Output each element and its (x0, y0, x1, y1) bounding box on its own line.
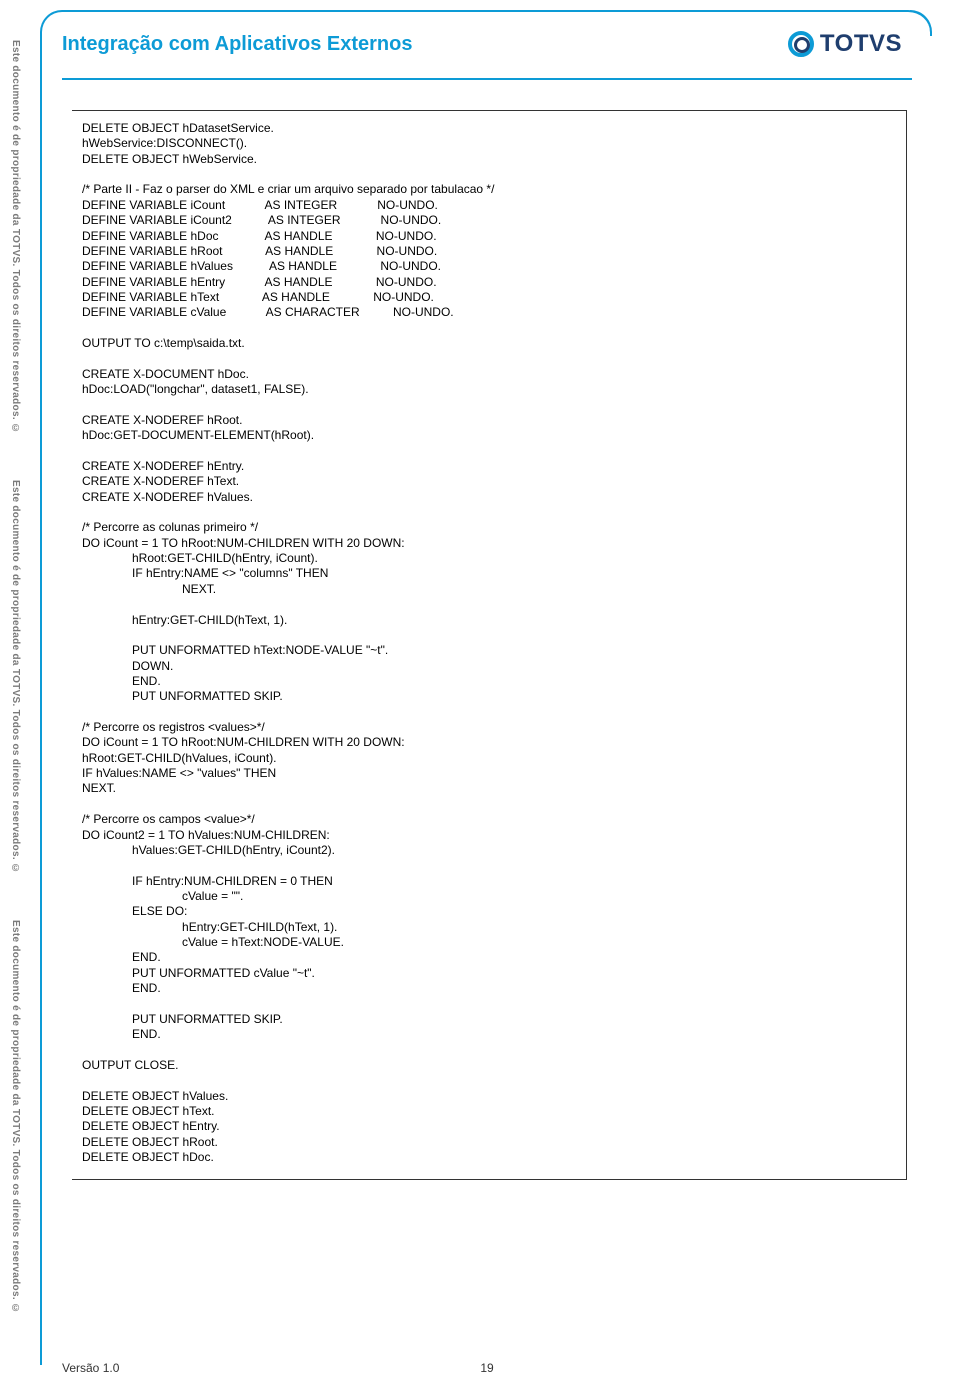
header-divider (62, 78, 912, 80)
footer-version: Versão 1.0 (62, 1361, 119, 1375)
side-ownership-text-3: Este documento é de propriedade da TOTVS… (10, 920, 21, 1314)
brand-logo: TOTVS (788, 30, 902, 58)
code-listing: DELETE OBJECT hDatasetService. hWebServi… (72, 110, 907, 1180)
brand-text: TOTVS (820, 30, 902, 58)
page-header: Integração com Aplicativos Externos TOTV… (62, 30, 912, 58)
footer-page-number: 19 (480, 1361, 493, 1375)
side-ownership-text-1: Este documento é de propriedade da TOTVS… (10, 40, 21, 434)
side-ownership-text-2: Este documento é de propriedade da TOTVS… (10, 480, 21, 874)
brand-ring-icon (788, 31, 814, 57)
page-title: Integração com Aplicativos Externos (62, 33, 412, 56)
page-footer: Versão 1.0 19 (62, 1361, 912, 1375)
